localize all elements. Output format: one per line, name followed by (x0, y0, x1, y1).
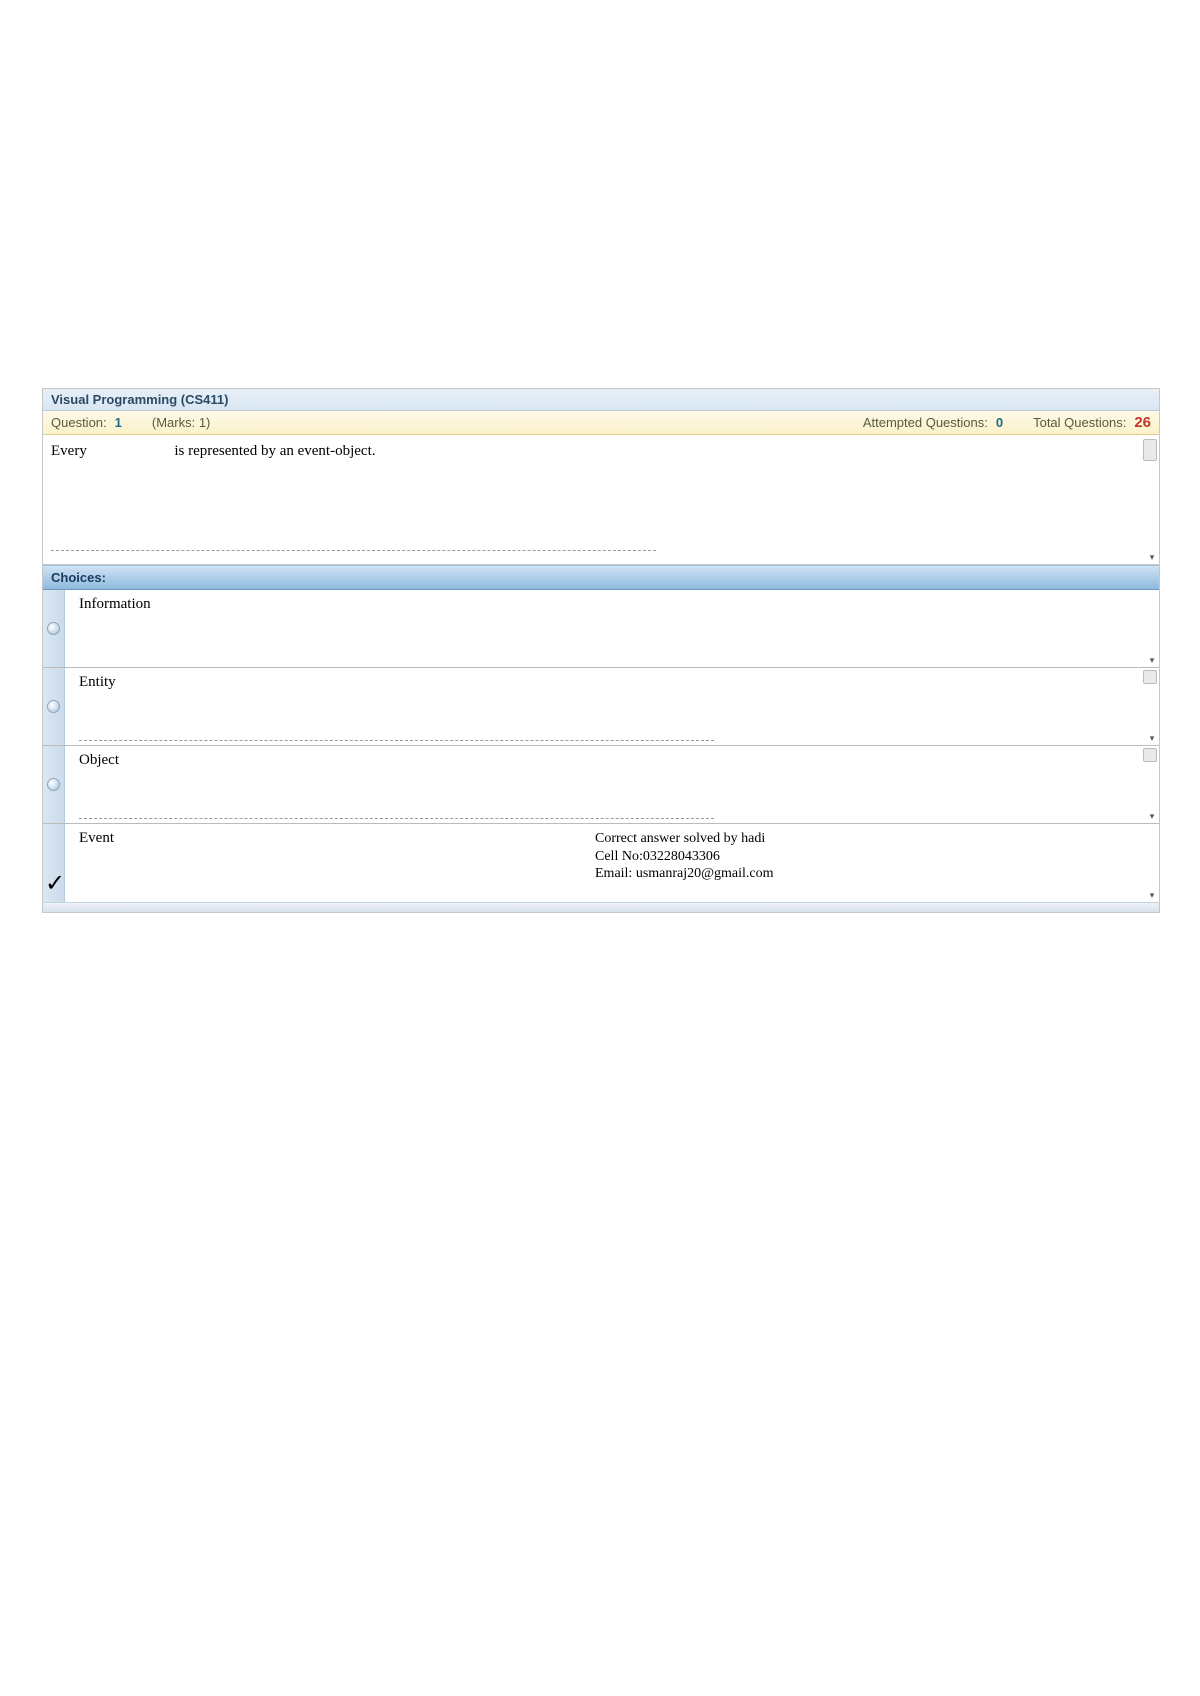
question-text: Every is represented by an event-object. (51, 443, 1151, 460)
bottom-bar (43, 902, 1159, 912)
radio-icon[interactable] (47, 700, 60, 713)
scroll-down-icon[interactable]: ▾ (1147, 655, 1157, 665)
checkmark-icon: ✓ (45, 869, 65, 898)
radio-icon[interactable] (47, 778, 60, 791)
choice-row[interactable]: Object ▾ (43, 746, 1159, 824)
choices-header-label: Choices: (51, 570, 106, 585)
divider-dashed (51, 550, 656, 551)
choices-header: Choices: (43, 565, 1159, 590)
scroll-down-icon[interactable]: ▾ (1147, 811, 1157, 821)
choice-body: Event Correct answer solved by hadi Cell… (65, 824, 1159, 902)
marks-label: (Marks: 1) (152, 415, 211, 430)
attempted-value: 0 (996, 415, 1003, 430)
choice-row[interactable]: ✓ Event Correct answer solved by hadi Ce… (43, 824, 1159, 902)
radio-column[interactable]: ✓ (43, 824, 65, 902)
total-value: 26 (1134, 414, 1151, 431)
scroll-down-icon[interactable]: ▾ (1147, 890, 1157, 900)
question-prefix: Every (51, 443, 87, 459)
scrollbar-thumb[interactable] (1143, 748, 1157, 762)
course-title: Visual Programming (CS411) (51, 392, 229, 407)
choice-label: Entity (79, 674, 1151, 691)
divider-dashed (79, 740, 714, 741)
choice-body: Object ▾ (65, 746, 1159, 823)
choice-row[interactable]: Information ▾ (43, 590, 1159, 668)
choice-label: Information (79, 596, 1151, 613)
choice-body: Information ▾ (65, 590, 1159, 667)
title-bar: Visual Programming (CS411) (43, 389, 1159, 411)
radio-column[interactable] (43, 746, 65, 823)
answer-phone: Cell No:03228043306 (595, 848, 774, 866)
choice-label: Object (79, 752, 1151, 769)
answer-info: Correct answer solved by hadi Cell No:03… (595, 830, 774, 883)
choice-row[interactable]: Entity ▾ (43, 668, 1159, 746)
question-suffix: is represented by an event-object. (174, 443, 375, 459)
question-number: 1 (115, 415, 122, 430)
scrollbar-thumb[interactable] (1143, 439, 1157, 461)
radio-icon[interactable] (47, 622, 60, 635)
question-panel: Every is represented by an event-object.… (43, 435, 1159, 565)
divider-dashed (79, 818, 714, 819)
info-bar: Question: 1 (Marks: 1) Attempted Questio… (43, 411, 1159, 435)
scroll-down-icon[interactable]: ▾ (1147, 552, 1157, 562)
radio-column[interactable] (43, 590, 65, 667)
choice-body: Entity ▾ (65, 668, 1159, 745)
scroll-down-icon[interactable]: ▾ (1147, 733, 1157, 743)
quiz-window: Visual Programming (CS411) Question: 1 (… (42, 388, 1160, 913)
radio-column[interactable] (43, 668, 65, 745)
answer-credit: Correct answer solved by hadi (595, 830, 774, 848)
question-label: Question: (51, 415, 107, 430)
answer-email: Email: usmanraj20@gmail.com (595, 865, 774, 883)
total-label: Total Questions: (1033, 415, 1126, 430)
scrollbar-thumb[interactable] (1143, 670, 1157, 684)
attempted-label: Attempted Questions: (863, 415, 988, 430)
